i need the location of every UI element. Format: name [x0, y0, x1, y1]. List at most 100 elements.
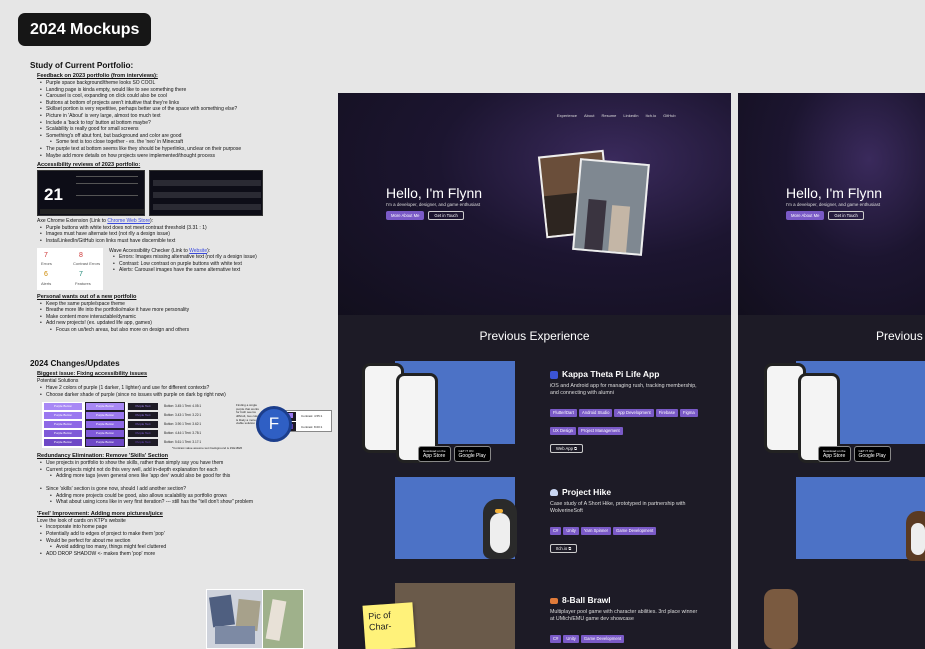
list-item: Images must have alternate text (not rll… — [40, 231, 335, 238]
purple-button-sample-dark: Purple Button — [85, 402, 125, 412]
more-about-me-button[interactable]: More About Me — [386, 211, 425, 220]
list-item: Since 'skills' section is gone now, shou… — [40, 486, 335, 493]
itchio-link[interactable]: Itch.io ⧉ — [550, 544, 578, 553]
axe-issues-thumbnail — [149, 170, 263, 217]
wave-block: 7 Errors 8 Contrast Errors 6 Alerts 7 Fe… — [37, 247, 335, 290]
axe-line: Axe Chrome Extension (Link to Chrome Web… — [37, 218, 335, 225]
list-item: Picture in 'About' is very large, almost… — [40, 113, 335, 120]
wave-notes: Wave Accessibility Checker (Link to Webs… — [109, 248, 257, 290]
project-tags: C# Unity Game Development — [550, 627, 700, 645]
tag: Project Management — [578, 426, 623, 435]
app-store-badge[interactable]: Download on the App Store — [418, 446, 451, 462]
list-item: Alerts: Carousel images have the same al… — [113, 267, 257, 274]
project-card-hike: Project Hike Case study of A Short Hike,… — [550, 487, 700, 555]
wave-errors-label: Errors — [41, 260, 52, 266]
list-item: Incorporate into home page — [40, 524, 335, 531]
biggest-heading: Biggest issue: Fixing accessibility issu… — [37, 371, 148, 378]
ktp-logo-icon — [550, 370, 558, 379]
list-item: Breathe more life into the portfolio/mak… — [40, 307, 335, 314]
section-title-2: Previous — [876, 329, 923, 343]
project-title-text: Kappa Theta Pi Life App — [562, 369, 660, 379]
hero-buttons-2: More About Me Get in Touch — [786, 211, 864, 220]
list-item: Add new projects! (ex. updated life app,… — [40, 320, 335, 327]
axe-score: 21 — [44, 185, 63, 205]
store-badges-2: Download on the App Store GET IT ON Google… — [818, 446, 891, 462]
wave-contrast-count: 8 — [79, 251, 83, 259]
tag: Figma — [680, 408, 698, 417]
personal-list: Keep the same purple/space theme Breathe… — [40, 301, 335, 334]
redundancy-heading: Redundancy Elimination: Remove 'Skills' … — [37, 453, 169, 460]
list-item: Avoid adding too many, things might feel… — [50, 544, 335, 551]
app-store-badge-2[interactable]: Download on the App Store — [818, 446, 851, 462]
google-play-label: Google Play — [458, 453, 486, 459]
ktp-photo-image — [262, 589, 304, 649]
redundancy-list: Use projects in portfolio to show the sk… — [40, 460, 335, 480]
purple-button-sample-dark: Purple Button — [85, 420, 125, 430]
nav-itchio[interactable]: Itch.io — [646, 113, 657, 118]
purple-text-sample: Purple Text — [128, 439, 158, 447]
wave-line-tail: ): — [207, 247, 211, 254]
hero-title-2: Hello, I'm Flynn — [786, 185, 883, 201]
purple-button-sample-dark: Purple Button — [85, 438, 125, 448]
web-app-link[interactable]: Web App ⧉ — [550, 444, 584, 453]
tag: C# — [550, 526, 562, 535]
notes-column: Study of Current Portfolio: Feedback on … — [30, 61, 335, 557]
google-play-badge[interactable]: GET IT ON Google Play — [453, 446, 491, 462]
collaborator-avatar[interactable]: F — [256, 406, 292, 442]
since-list: Since 'skills' section is gone now, shou… — [40, 486, 335, 506]
google-play-badge-2[interactable]: GET IT ON Google Play — [853, 446, 891, 462]
project-title: Project Hike — [550, 487, 700, 497]
experience-section: Previous Experience Download on the App S… — [338, 315, 731, 649]
list-item: Insta/LinkedIn/GitHub icon links must ha… — [40, 238, 335, 245]
purple-text-sample: Purple Text — [128, 430, 158, 438]
purple-button-sample: Purple Button — [44, 430, 82, 438]
axe-line-text: Axe Chrome Extension (Link to — [37, 218, 108, 225]
list-item: Would be perfect for about me section — [40, 538, 335, 545]
get-in-touch-button-2[interactable]: Get in Touch — [828, 211, 864, 220]
wave-features-label: Features — [75, 280, 91, 286]
purple-text-sample: Purple Text — [128, 412, 158, 420]
hike-logo-icon — [550, 489, 558, 497]
ktp-cards-image — [206, 589, 266, 649]
app-store-label: App Store — [823, 453, 846, 459]
tag: Game Development — [580, 634, 625, 643]
wave-alerts-count: 6 — [44, 270, 48, 278]
list-item: Potentially add to edges of project to m… — [40, 531, 335, 538]
app-store-label: App Store — [423, 453, 446, 459]
purple-button-sample: Purple Button — [44, 439, 82, 447]
purple-text-sample: Purple Text — [128, 421, 158, 429]
wave-website-link[interactable]: Website — [189, 248, 207, 254]
chrome-web-store-link[interactable]: Chrome Web Store — [107, 218, 150, 224]
nav-linkedin[interactable]: LinkedIn — [623, 113, 638, 118]
feel-heading: 'Feel' Improvement: Adding more pictures… — [37, 510, 163, 517]
biggest-list: Have 2 colors of purple (1 darker, 1 lig… — [40, 385, 335, 398]
penguin-character-image — [483, 499, 517, 559]
wave-line: Wave Accessibility Checker (Link to Webs… — [109, 248, 257, 255]
purple-button-sample-dark: Purple Button — [85, 411, 125, 421]
sticky-note[interactable]: Pic of Char- — [362, 602, 416, 649]
list-item: Keep the same purple/space theme — [40, 301, 335, 308]
tag: Unity — [563, 634, 579, 643]
get-in-touch-button[interactable]: Get in Touch — [428, 211, 464, 220]
project-description: Case study of A Short Hike, prototyped i… — [550, 501, 686, 514]
mockup-frame: Experience About Resume LinkedIn Itch.io… — [338, 93, 731, 649]
purple-button-sample: Purple Button — [44, 412, 82, 420]
experience-section-2: Previous Download on the App Store GET IT… — [738, 315, 925, 649]
nav-github[interactable]: GitHub — [663, 113, 675, 118]
page-title: 2024 Mockups — [18, 13, 152, 46]
tag: C# — [550, 634, 562, 643]
nav-experience[interactable]: Experience — [557, 113, 577, 118]
nav-resume[interactable]: Resume — [601, 113, 616, 118]
more-about-me-button-2[interactable]: More About Me — [786, 211, 825, 220]
list-item: Include a 'back to top' button at bottom… — [40, 120, 335, 127]
contrast-ratio: Button: 3.45:1 Text: 4.05:1 — [164, 404, 202, 409]
tag: Game Development — [613, 526, 657, 535]
tag: UX Design — [550, 426, 577, 435]
store-badges: Download on the App Store GET IT ON Google… — [418, 446, 491, 462]
8ball-logo-icon — [550, 597, 558, 604]
list-item: Landing page is kinda empty, would like … — [40, 87, 335, 94]
axe-list: Purple buttons with white text does not … — [40, 225, 335, 245]
nav-about[interactable]: About — [584, 113, 594, 118]
tag: Flutter/Dart — [550, 408, 577, 417]
contrast-ratio: Button: 4.44:1 Text: 3.78:1 — [164, 431, 202, 436]
